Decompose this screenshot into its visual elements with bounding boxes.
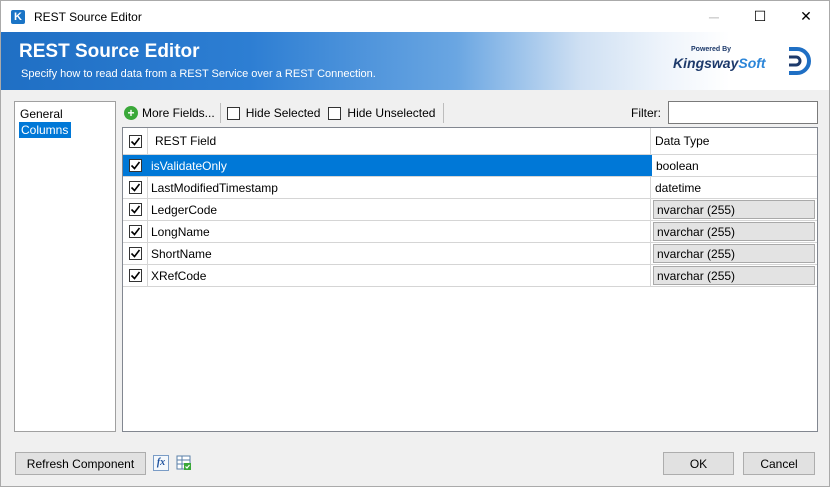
checkbox-checked-icon — [128, 225, 142, 238]
more-fields-button[interactable]: + More Fields... — [122, 102, 217, 124]
close-icon[interactable]: ✕ — [783, 1, 829, 32]
checkbox-checked-icon — [128, 247, 142, 260]
checkbox-icon — [328, 106, 342, 120]
grid-header: REST Field Data Type — [123, 128, 817, 155]
logo-powered-by: Powered By — [691, 46, 732, 53]
window-controls: ─ ☐ ✕ — [691, 1, 829, 32]
hide-selected-label: Hide Selected — [245, 106, 321, 120]
checkbox-checked-icon — [128, 159, 142, 172]
table-row[interactable]: XRefCode nvarchar (255) — [123, 265, 817, 287]
select-all-checkbox[interactable] — [123, 128, 148, 154]
column-header-data-type[interactable]: Data Type — [651, 128, 817, 154]
add-icon: + — [124, 106, 138, 120]
table-row[interactable]: isValidateOnly boolean — [123, 155, 817, 177]
nav-item-general[interactable]: General — [19, 106, 111, 122]
data-type-dropdown[interactable]: nvarchar (255) — [653, 222, 815, 241]
header-banner: REST Source Editor Specify how to read d… — [1, 32, 829, 90]
rest-field-cell: LastModifiedTimestamp — [148, 177, 651, 198]
checkbox-icon — [226, 106, 240, 120]
hide-unselected-label: Hide Unselected — [347, 106, 436, 120]
data-type-dropdown[interactable]: nvarchar (255) — [653, 200, 815, 219]
checkbox-checked-icon — [128, 134, 142, 148]
data-type-cell: datetime — [651, 177, 817, 198]
checkbox-checked-icon — [128, 203, 142, 216]
rest-field-cell: isValidateOnly — [148, 155, 651, 176]
data-type-cell[interactable]: nvarchar (255) — [651, 265, 817, 286]
fx-expression-icon[interactable]: fx — [153, 455, 169, 471]
data-type-cell[interactable]: nvarchar (255) — [651, 221, 817, 242]
cancel-button[interactable]: Cancel — [743, 452, 815, 475]
title-bar: K REST Source Editor ─ ☐ ✕ — [1, 1, 829, 32]
rest-field-cell: ShortName — [148, 243, 651, 264]
checkbox-checked-icon — [128, 181, 142, 194]
toolbar-separator — [443, 103, 445, 123]
rest-source-editor-window: K REST Source Editor ─ ☐ ✕ REST Source E… — [0, 0, 830, 487]
data-type-dropdown[interactable]: nvarchar (255) — [653, 266, 815, 285]
data-type-cell[interactable]: nvarchar (255) — [651, 199, 817, 220]
data-type-cell[interactable]: nvarchar (255) — [651, 243, 817, 264]
logo-brand: KingswaySoft — [673, 55, 766, 71]
table-row[interactable]: LongName nvarchar (255) — [123, 221, 817, 243]
row-checkbox[interactable] — [123, 177, 148, 198]
editor-nav: General Columns — [14, 101, 116, 432]
nav-item-columns[interactable]: Columns — [19, 122, 72, 138]
hide-selected-checkbox[interactable]: Hide Selected — [224, 102, 326, 124]
filter-label: Filter: — [631, 106, 661, 120]
more-fields-label: More Fields... — [142, 106, 215, 120]
column-header-rest-field[interactable]: REST Field — [148, 128, 651, 154]
checkbox-checked-icon — [128, 269, 142, 282]
data-type-dropdown[interactable]: nvarchar (255) — [653, 244, 815, 263]
filter-input[interactable] — [668, 101, 818, 124]
data-type-cell: boolean — [651, 155, 817, 176]
banner-title: REST Source Editor — [19, 41, 200, 62]
ok-button[interactable]: OK — [663, 452, 734, 475]
table-row[interactable]: LedgerCode nvarchar (255) — [123, 199, 817, 221]
banner-subtitle: Specify how to read data from a REST Ser… — [21, 68, 376, 80]
table-row[interactable]: ShortName nvarchar (255) — [123, 243, 817, 265]
rest-field-cell: LongName — [148, 221, 651, 242]
logo-brand-k: K — [673, 55, 684, 71]
minimize-icon[interactable]: ─ — [691, 1, 737, 32]
row-checkbox[interactable] — [123, 265, 148, 286]
columns-grid: REST Field Data Type isValidateOnly bool… — [122, 127, 818, 432]
rest-field-cell: XRefCode — [148, 265, 651, 286]
row-checkbox[interactable] — [123, 243, 148, 264]
refresh-component-button[interactable]: Refresh Component — [15, 452, 146, 475]
window-title: REST Source Editor — [34, 9, 142, 24]
maximize-icon[interactable]: ☐ — [737, 1, 783, 32]
kingswaysoft-mark-icon — [789, 47, 811, 75]
row-checkbox[interactable] — [123, 155, 148, 176]
toolbar-separator — [219, 103, 221, 123]
grid-settings-icon[interactable] — [176, 455, 192, 471]
hide-unselected-checkbox[interactable]: Hide Unselected — [325, 102, 440, 124]
rest-field-cell: LedgerCode — [148, 199, 651, 220]
logo-brand-soft: Soft — [738, 55, 766, 71]
row-checkbox[interactable] — [123, 199, 148, 220]
row-checkbox[interactable] — [123, 221, 148, 242]
logo-brand-ingsway: ingsway — [683, 55, 739, 71]
kingswaysoft-app-icon: K — [11, 9, 25, 24]
table-row[interactable]: LastModifiedTimestamp datetime — [123, 177, 817, 199]
